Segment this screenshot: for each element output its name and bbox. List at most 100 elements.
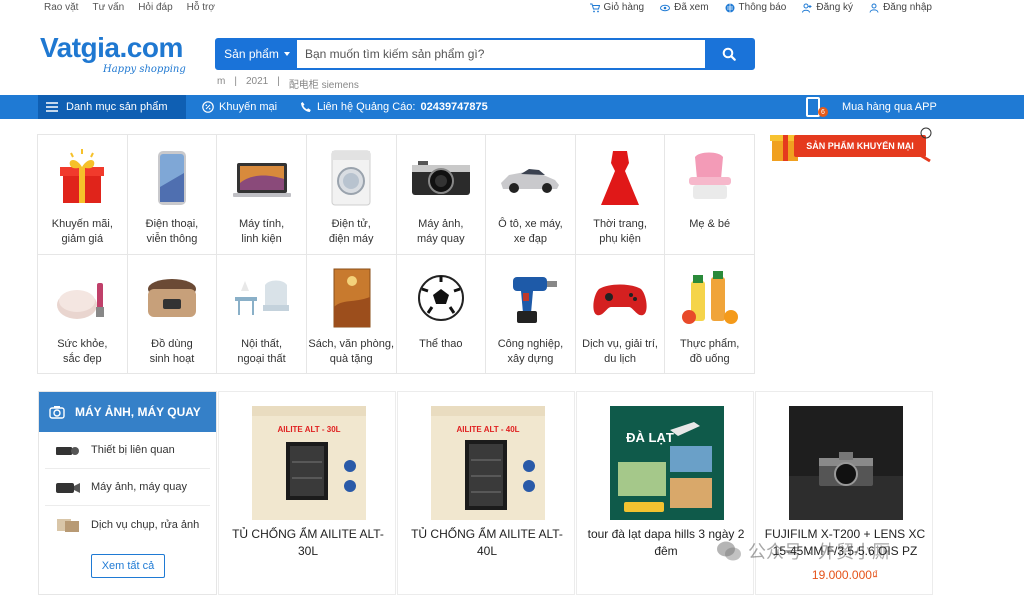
login-label: Đăng nhập <box>883 2 932 13</box>
subcategory-link[interactable]: Máy ảnh, máy quay <box>45 469 210 506</box>
subcategory-link[interactable]: Thiết bị liên quan <box>45 432 210 469</box>
suggestion-link[interactable]: m <box>217 76 225 91</box>
hamburger-icon <box>46 102 58 112</box>
category-label: Sách, văn phòng, quà tặng <box>308 337 394 365</box>
promotions-label: Khuyến mại <box>219 101 278 113</box>
user-icon <box>869 3 879 13</box>
product-image <box>789 406 903 520</box>
category-tile[interactable]: Điện tử, điện máy <box>306 135 397 255</box>
product-card[interactable]: FUJIFILM X-T200 + LENS XC 15-45MM F/3.5-… <box>755 391 933 595</box>
viewed-label: Đã xem <box>674 2 709 13</box>
category-label: Ô tô, xe máy, xe đạp <box>498 218 563 245</box>
camera-panel-title: MÁY ẢNH, MÁY QUAY <box>75 405 201 419</box>
notifications-label: Thông báo <box>738 2 787 13</box>
product-card[interactable]: AILITE ALT - 40L TỦ CHỐNG ẨM AILITE ALT-… <box>397 391 575 595</box>
subcategory-label: Máy ảnh, máy quay <box>91 481 187 493</box>
category-menu-button[interactable]: Danh mục sản phẩm <box>38 95 186 119</box>
product-card[interactable]: ĐÀ LẠT tour đà lạt dapa hills 3 ngày 2 đ… <box>576 391 754 595</box>
car-icon <box>501 169 560 193</box>
link-tu-van[interactable]: Tư vấn <box>92 2 124 13</box>
book-icon <box>333 268 371 327</box>
product-image-title: AILITE ALT - 40L <box>456 425 519 434</box>
category-tile[interactable]: Khuyến mãi, giảm giá <box>38 135 128 255</box>
product-card[interactable]: AILITE ALT - 30L TỦ CHỐNG ẨM AILITE ALT-… <box>218 391 396 595</box>
category-tile[interactable]: Thực phẩm, đồ uống <box>665 254 755 374</box>
category-tile[interactable]: Mẹ & bé <box>665 135 755 255</box>
category-label: Thời trang, phụ kiện <box>593 218 647 245</box>
app-label: Mua hàng qua APP <box>842 101 937 113</box>
category-label: Công nghiệp, xây dựng <box>497 337 564 365</box>
site-logo[interactable]: Vatgia.com Happy shopping <box>40 32 190 80</box>
register-link[interactable]: Đăng ký <box>802 2 853 13</box>
login-link[interactable]: Đăng nhập <box>869 2 932 13</box>
category-tile[interactable]: Sức khỏe, sắc đẹp <box>38 254 128 374</box>
category-label: Điện thoại, viễn thông <box>145 218 199 245</box>
cart-label: Giỏ hàng <box>603 2 645 13</box>
advertising-contact[interactable]: Liên hệ Quảng Cáo: 02439747875 <box>300 95 488 119</box>
category-tile[interactable]: Thể thao <box>396 254 487 374</box>
category-tile[interactable]: Nội thất, ngoại thất <box>217 254 307 374</box>
category-label: Dịch vụ, giải trí, du lịch <box>582 337 658 365</box>
baby-chair-icon <box>688 152 731 199</box>
search-input[interactable] <box>297 40 705 68</box>
top-links-bar: Rao vặt Tư vấn Hỏi đáp Hỗ trợ Giỏ hàng Đ… <box>0 0 1024 16</box>
category-label: Sức khỏe, sắc đẹp <box>57 337 108 365</box>
gift-icon <box>60 149 105 203</box>
category-label: Khuyến mãi, giảm giá <box>51 218 113 245</box>
subcategory-link[interactable]: Dịch vụ chụp, rửa ảnh <box>45 506 210 543</box>
product-image: ĐÀ LẠT <box>610 406 724 520</box>
category-label: Thực phẩm, đồ uống <box>680 337 740 365</box>
camera-outline-icon <box>49 406 65 419</box>
link-hoi-dap[interactable]: Hỏi đáp <box>138 2 172 13</box>
product-name: TỦ CHỐNG ẨM AILITE ALT-40L <box>411 527 563 558</box>
phone-icon <box>157 151 186 205</box>
camcorder-icon <box>56 483 80 493</box>
category-tile[interactable]: Dịch vụ, giải trí, du lịch <box>575 254 666 374</box>
subcategory-label: Thiết bị liên quan <box>91 444 175 456</box>
category-tile[interactable]: Thời trang, phụ kiện <box>575 135 666 255</box>
camera-icon <box>411 161 470 195</box>
camera-category-panel: MÁY ẢNH, MÁY QUAY Thiết bị liên quan Máy… <box>38 391 217 595</box>
category-tile[interactable]: Máy ảnh, máy quay <box>396 135 487 255</box>
confetti-icon <box>919 127 932 163</box>
search-category-select[interactable]: Sản phẩm <box>217 40 297 68</box>
cosmetics-icon <box>57 282 105 319</box>
washer-icon <box>331 150 371 206</box>
notifications-link[interactable]: Thông báo <box>725 2 787 13</box>
laptop-icon <box>232 163 291 197</box>
search-button[interactable] <box>705 40 753 68</box>
separator: | <box>277 76 280 87</box>
juice-icon <box>681 270 738 324</box>
accessory-icon <box>56 447 79 455</box>
category-tile[interactable]: Công nghiệp, xây dựng <box>486 254 576 374</box>
viewed-link[interactable]: Đã xem <box>660 2 709 13</box>
category-tile[interactable]: Ô tô, xe máy, xe đạp <box>486 135 576 255</box>
category-tile[interactable]: Sách, văn phòng, quà tặng <box>306 254 397 374</box>
mobile-app-icon: 6 <box>806 97 828 117</box>
watermark: 公众号 · 外贸小厮 <box>716 538 890 564</box>
suggestion-link[interactable]: 2021 <box>246 76 268 91</box>
camera-panel-header[interactable]: MÁY ẢNH, MÁY QUAY <box>39 392 216 432</box>
product-image: AILITE ALT - 30L <box>252 406 366 520</box>
link-ho-tro[interactable]: Hỗ trợ <box>187 2 215 13</box>
product-price: 19.000.000₫ <box>811 568 879 582</box>
category-menu-label: Danh mục sản phẩm <box>66 101 168 113</box>
app-download-link[interactable]: 6 Mua hàng qua APP <box>802 95 1024 119</box>
user-add-icon <box>802 3 812 13</box>
photo-print-icon <box>57 518 79 532</box>
cart-link[interactable]: Giỏ hàng <box>589 2 645 13</box>
promotions-link[interactable]: Khuyến mại <box>202 95 277 119</box>
furniture-icon <box>234 280 289 315</box>
view-all-button[interactable]: Xem tất cả <box>91 554 165 578</box>
link-rao-vat[interactable]: Rao vặt <box>44 2 78 13</box>
promo-banner[interactable]: SẢN PHẨM KHUYẾN MẠI <box>766 125 938 165</box>
dress-icon <box>601 151 640 205</box>
category-tile[interactable]: Máy tính, linh kiện <box>217 135 307 255</box>
phone-call-icon <box>301 102 311 112</box>
suggestion-link[interactable]: 配电柜 siemens <box>289 76 359 91</box>
category-grid: Khuyến mãi, giảm giá Điện thoại, viễn th… <box>37 134 755 374</box>
category-tile[interactable]: Điện thoại, viễn thông <box>127 135 218 255</box>
football-icon <box>417 274 464 321</box>
category-tile[interactable]: Đồ dùng sinh hoạt <box>127 254 218 374</box>
logo-tagline: Happy shopping <box>103 64 186 75</box>
